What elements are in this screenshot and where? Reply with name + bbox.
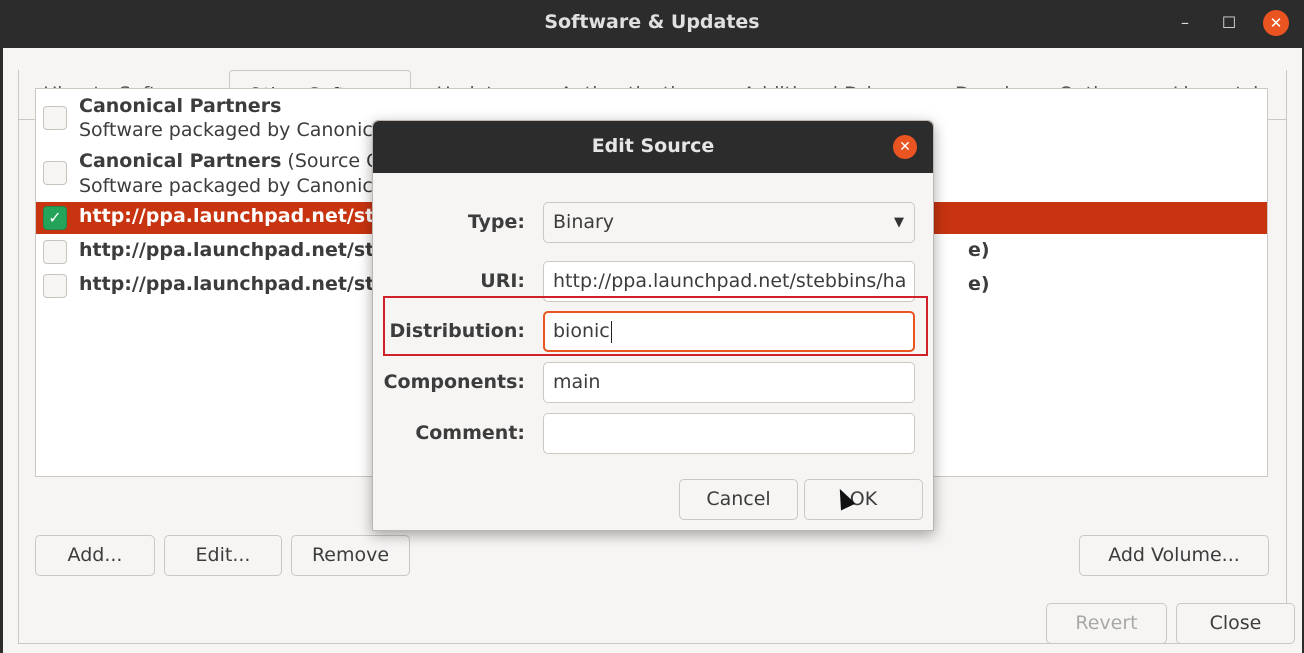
minimize-icon[interactable]: – <box>1172 10 1198 36</box>
type-dropdown[interactable]: Binary ▼ <box>543 202 915 243</box>
close-icon[interactable]: ✕ <box>1263 10 1289 36</box>
source-title-tail: e) <box>968 273 990 295</box>
edit-button[interactable]: Edit... <box>164 535 282 576</box>
checkbox[interactable] <box>43 240 67 264</box>
dialog-titlebar: Edit Source ✕ <box>373 121 933 173</box>
source-title-tail: e) <box>968 239 990 261</box>
checkmark-icon[interactable]: ✓ <box>43 206 67 230</box>
type-value: Binary <box>553 211 615 233</box>
components-input[interactable]: main <box>543 362 915 403</box>
uri-label: URI: <box>480 270 525 292</box>
remove-button[interactable]: Remove <box>291 535 410 576</box>
close-icon[interactable]: ✕ <box>893 135 917 159</box>
type-label: Type: <box>467 211 525 233</box>
checkbox[interactable] <box>43 161 67 185</box>
window-title: Software & Updates <box>544 11 760 33</box>
source-title: Canonical Partners (Source Co <box>79 150 391 172</box>
add-volume-button[interactable]: Add Volume... <box>1079 535 1269 576</box>
ok-button[interactable]: OK <box>804 479 923 520</box>
source-title-text: Canonical Partners <box>79 95 282 117</box>
comment-label: Comment: <box>415 422 525 444</box>
source-title-text: Canonical Partners <box>79 150 282 172</box>
source-title: Canonical Partners <box>79 95 281 117</box>
source-subtitle: Software packaged by Canonica <box>79 175 385 197</box>
window-titlebar: Software & Updates – ☐ ✕ <box>0 0 1304 48</box>
close-button[interactable]: Close <box>1176 603 1295 644</box>
annotation-highlight <box>383 296 928 356</box>
dialog-title: Edit Source <box>591 135 715 157</box>
revert-button[interactable]: Revert <box>1046 603 1167 644</box>
components-label: Components: <box>383 371 525 393</box>
source-title: http://ppa.launchpad.net/ste <box>79 273 388 295</box>
source-title: http://ppa.launchpad.net/ste <box>79 239 388 261</box>
checkbox[interactable] <box>43 106 67 130</box>
cancel-button[interactable]: Cancel <box>679 479 798 520</box>
comment-input[interactable] <box>543 413 915 454</box>
checkbox[interactable] <box>43 274 67 298</box>
maximize-icon[interactable]: ☐ <box>1216 10 1242 36</box>
source-title: http://ppa.launchpad.net/ste <box>79 205 388 227</box>
chevron-down-icon: ▼ <box>894 215 904 230</box>
add-button[interactable]: Add... <box>35 535 155 576</box>
source-subtitle: Software packaged by Canonica <box>79 119 385 141</box>
